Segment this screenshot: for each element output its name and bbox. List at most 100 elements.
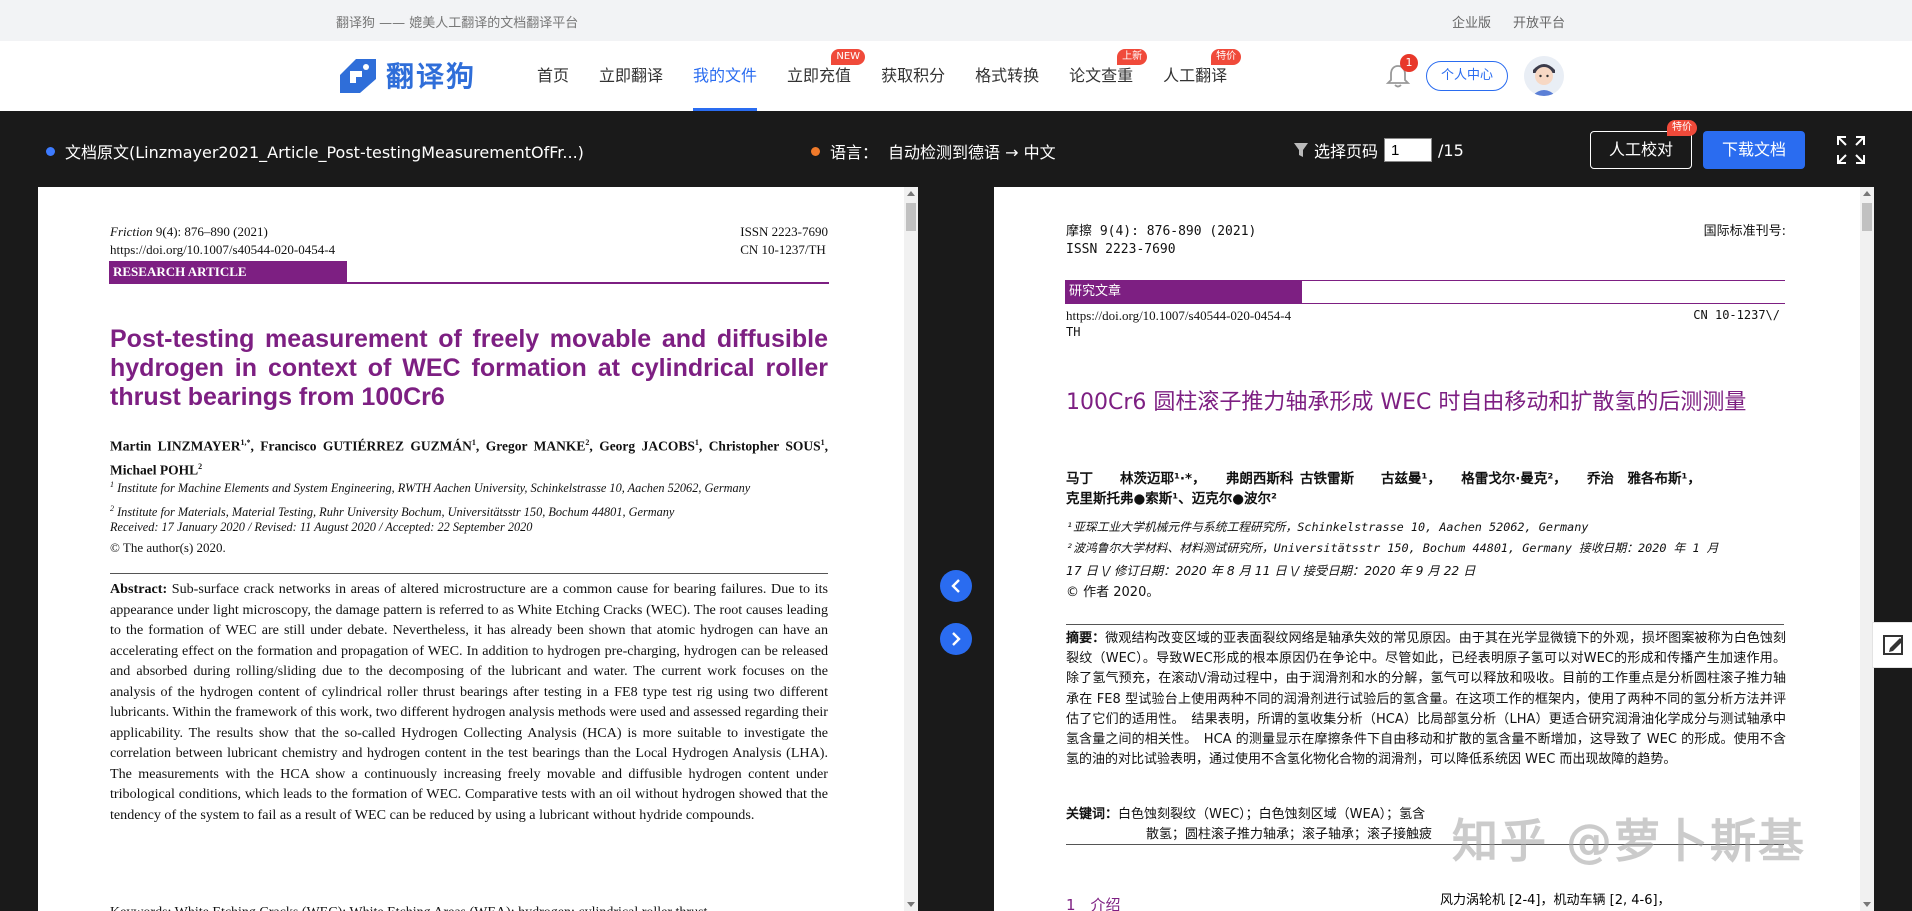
notification-bell[interactable]: 1 (1384, 54, 1418, 90)
blue-dot-icon (46, 146, 55, 156)
watermark: 知乎 @萝卜斯基 (1452, 814, 1807, 868)
doi-tail: TH (1066, 325, 1081, 339)
page-select-label: 选择页码 (1314, 142, 1379, 161)
abstract-rule (110, 573, 828, 574)
journal-volume: 9(4): 876–890 (2021) (155, 224, 268, 239)
original-doc-title: 文档原文(Linzmayer2021_Article_Post-testingM… (46, 139, 584, 163)
doi-text: https://doi.org/10.1007/s40544-020-0454-… (110, 242, 336, 257)
edit-feedback-button[interactable] (1872, 622, 1912, 668)
issn-label-zh: 国际标准刊号: (1703, 224, 1786, 239)
nav-menu: 首页 立即翻译 我的文件 立即充值 NEW 获取积分 格式转换 论文查重 上新 人工… (537, 41, 1257, 111)
translated-affiliations: ¹亚琛工业大学机械元件与系统工程研究所，Schinkelstrasse 10, … (1066, 517, 1786, 558)
logo-dog-icon (336, 55, 380, 95)
enterprise-link[interactable]: 企业版 (1452, 12, 1491, 31)
chevron-right-icon (952, 632, 961, 646)
journal-name: Friction (110, 224, 153, 239)
column-2-text: 风力涡轮机 [2-4]，机动车辆 [2, 4-6]， (1440, 893, 1671, 908)
cn-zh: CN 10-1237\/ (1693, 308, 1780, 322)
original-document-panel[interactable]: Friction 9(4): 876–890 (2021) https://do… (38, 187, 918, 911)
banner-rule-bottom (1065, 303, 1785, 304)
nav-item-my-files[interactable]: 我的文件 (693, 41, 758, 111)
nav-item-label: 论文查重 (1069, 66, 1134, 85)
section-heading: 1 介绍 (1066, 896, 1121, 911)
original-received: Received: 17 January 2020 / Revised: 11 … (110, 520, 533, 534)
prev-page-button[interactable] (940, 570, 972, 602)
translated-doi: https://doi.org/10.1007/s40544-020-0454-… (1066, 307, 1786, 341)
nav-item-home[interactable]: 首页 (537, 41, 569, 111)
manual-proofread-button[interactable]: 人工校对 特价 (1590, 120, 1697, 169)
author-name: Gregor MANKE (485, 438, 586, 454)
page-number-input[interactable] (1384, 138, 1433, 162)
affiliation-1-zh: ¹亚琛工业大学机械元件与系统工程研究所，Schinkelstrasse 10, … (1066, 520, 1589, 534)
authors-line-1: 马丁 林茨迈耶¹·*， 弗朗西斯科 古铁雷斯 古兹曼¹， 格雷戈尔·曼克²， 乔… (1066, 471, 1701, 487)
next-page-button[interactable] (940, 623, 972, 655)
nav-item-points[interactable]: 获取积分 (881, 41, 945, 111)
language-value: 自动检测到德语 → 中文 (888, 143, 1056, 162)
original-title: Post-testing measurement of freely movab… (110, 325, 828, 411)
original-header: Friction 9(4): 876–890 (2021) https://do… (110, 223, 828, 259)
page-selector: 选择页码 /15 (1294, 138, 1464, 162)
original-abstract: Abstract: Sub-surface crack networks in … (110, 579, 828, 825)
open-platform-link[interactable]: 开放平台 (1513, 12, 1565, 31)
site-slogan: 翻译狗 —— 媲美人工翻译的文档翻译平台 (336, 16, 579, 31)
abstract-label-zh: 摘要： (1066, 631, 1106, 646)
special-price-tag: 特价 (1667, 120, 1697, 136)
logo-text: 翻译狗 (386, 60, 477, 93)
author-name: Georg JACOBS (599, 438, 695, 454)
language-indicator: 语言： 自动检测到德语 → 中文 (811, 139, 1056, 163)
author-sup: 1,* (240, 438, 251, 447)
chevron-left-icon (951, 579, 960, 593)
site-logo[interactable]: 翻译狗 (336, 55, 476, 95)
author-name: Francisco GUTIÉRREZ GUZMÁN (260, 438, 472, 454)
abstract-text-zh: 微观结构改变区域的亚表面裂纹网络是轴承失效的常见原因。由于其在光学显微镜下的外观… (1066, 631, 1786, 768)
issn-block: ISSN 2223-7690 CN 10-1237/TH (740, 223, 828, 259)
nav-item-recharge[interactable]: 立即充值 NEW (787, 41, 866, 111)
original-affiliations: 1 Institute for Machine Elements and Sys… (110, 480, 751, 519)
affiliation-2-zh: ²波鸿鲁尔大学材料、材料测试研究所，Universitätsstr 150, B… (1066, 540, 1719, 555)
nav-item-translate[interactable]: 立即翻译 (599, 41, 663, 111)
nav-item-label: 首页 (537, 66, 570, 85)
author-name: Martin LINZMAYER (110, 438, 241, 454)
authors-line-2: 克里斯托弗●索斯¹、迈克尔●波尔² (1066, 491, 1277, 507)
filter-icon (1294, 143, 1308, 157)
nav-item-plagiarism-check[interactable]: 论文查重 上新 (1069, 41, 1148, 111)
translated-authors: 马丁 林茨迈耶¹·*， 弗朗西斯科 古铁雷斯 古兹曼¹， 格雷戈尔·曼克²， 乔… (1066, 469, 1786, 509)
avatar[interactable] (1524, 56, 1565, 96)
notification-count: 1 (1400, 54, 1418, 72)
nav-item-label: 立即充值 (787, 66, 852, 85)
banner-rule (109, 282, 829, 284)
document-toolbar: 文档原文(Linzmayer2021_Article_Post-testingM… (0, 111, 1912, 187)
translated-title: 100Cr6 圆柱滚子推力轴承形成 WEC 时自由移动和扩散氢的后测测量 (1066, 390, 1747, 415)
translated-abstract: 摘要：微观结构改变区域的亚表面裂纹网络是轴承失效的常见原因。由于其在光学显微镜下… (1066, 629, 1786, 770)
journal-name-zh: 摩擦 9(4): 876-890 (2021) (1066, 224, 1257, 239)
manual-proofread-label: 人工校对 (1608, 140, 1673, 159)
nav-item-label: 我的文件 (693, 66, 758, 85)
nav-item-format-convert[interactable]: 格式转换 (975, 41, 1039, 111)
translated-header: 摩擦 9(4): 876-890 (2021) ISSN 2223-7690 国… (1066, 223, 1786, 259)
translated-document-panel[interactable]: 摩擦 9(4): 876-890 (2021) ISSN 2223-7690 国… (994, 187, 1874, 911)
abstract-text: Sub-surface crack networks in areas of a… (110, 581, 828, 823)
user-center-button[interactable]: 个人中心 (1426, 61, 1509, 91)
user-area: 1 个人中心 (1384, 41, 1565, 111)
affiliation-1: Institute for Machine Elements and Syste… (117, 481, 751, 496)
page-total: /15 (1438, 140, 1464, 160)
nav-item-label: 格式转换 (975, 66, 1040, 85)
original-authors: Martin LINZMAYER1,*, Francisco GUTIÉRREZ… (110, 438, 829, 477)
new-badge: NEW (831, 49, 866, 65)
keywords-line-1: 白色蚀刻裂纹（WEC）；白色蚀刻区域（WEA）；氢含 (1118, 807, 1426, 822)
translated-received: 17 日 \/ 修订日期：2020 年 8 月 11 日 \/ 接受日期：202… (1066, 564, 1476, 578)
nav-item-label: 立即翻译 (599, 66, 664, 85)
issn-text: ISSN 2223-7690 (740, 224, 828, 239)
special-price-badge: 特价 (1211, 49, 1242, 65)
abstract-label: Abstract: (110, 581, 168, 597)
doi-zh: https://doi.org/10.1007/s40544-020-0454-… (1066, 308, 1292, 323)
download-document-button[interactable]: 下载文档 (1703, 131, 1805, 169)
new-arrival-badge: 上新 (1117, 49, 1148, 65)
original-copyright: © The author(s) 2020. (110, 540, 226, 555)
language-label: 语言： (830, 143, 879, 162)
original-scrollbar[interactable] (904, 187, 918, 911)
translated-scrollbar[interactable] (1860, 187, 1874, 911)
nav-item-human-translation[interactable]: 人工翻译 特价 (1163, 41, 1242, 111)
issn-zh: ISSN 2223-7690 (1066, 242, 1176, 257)
fullscreen-icon[interactable] (1836, 135, 1866, 165)
